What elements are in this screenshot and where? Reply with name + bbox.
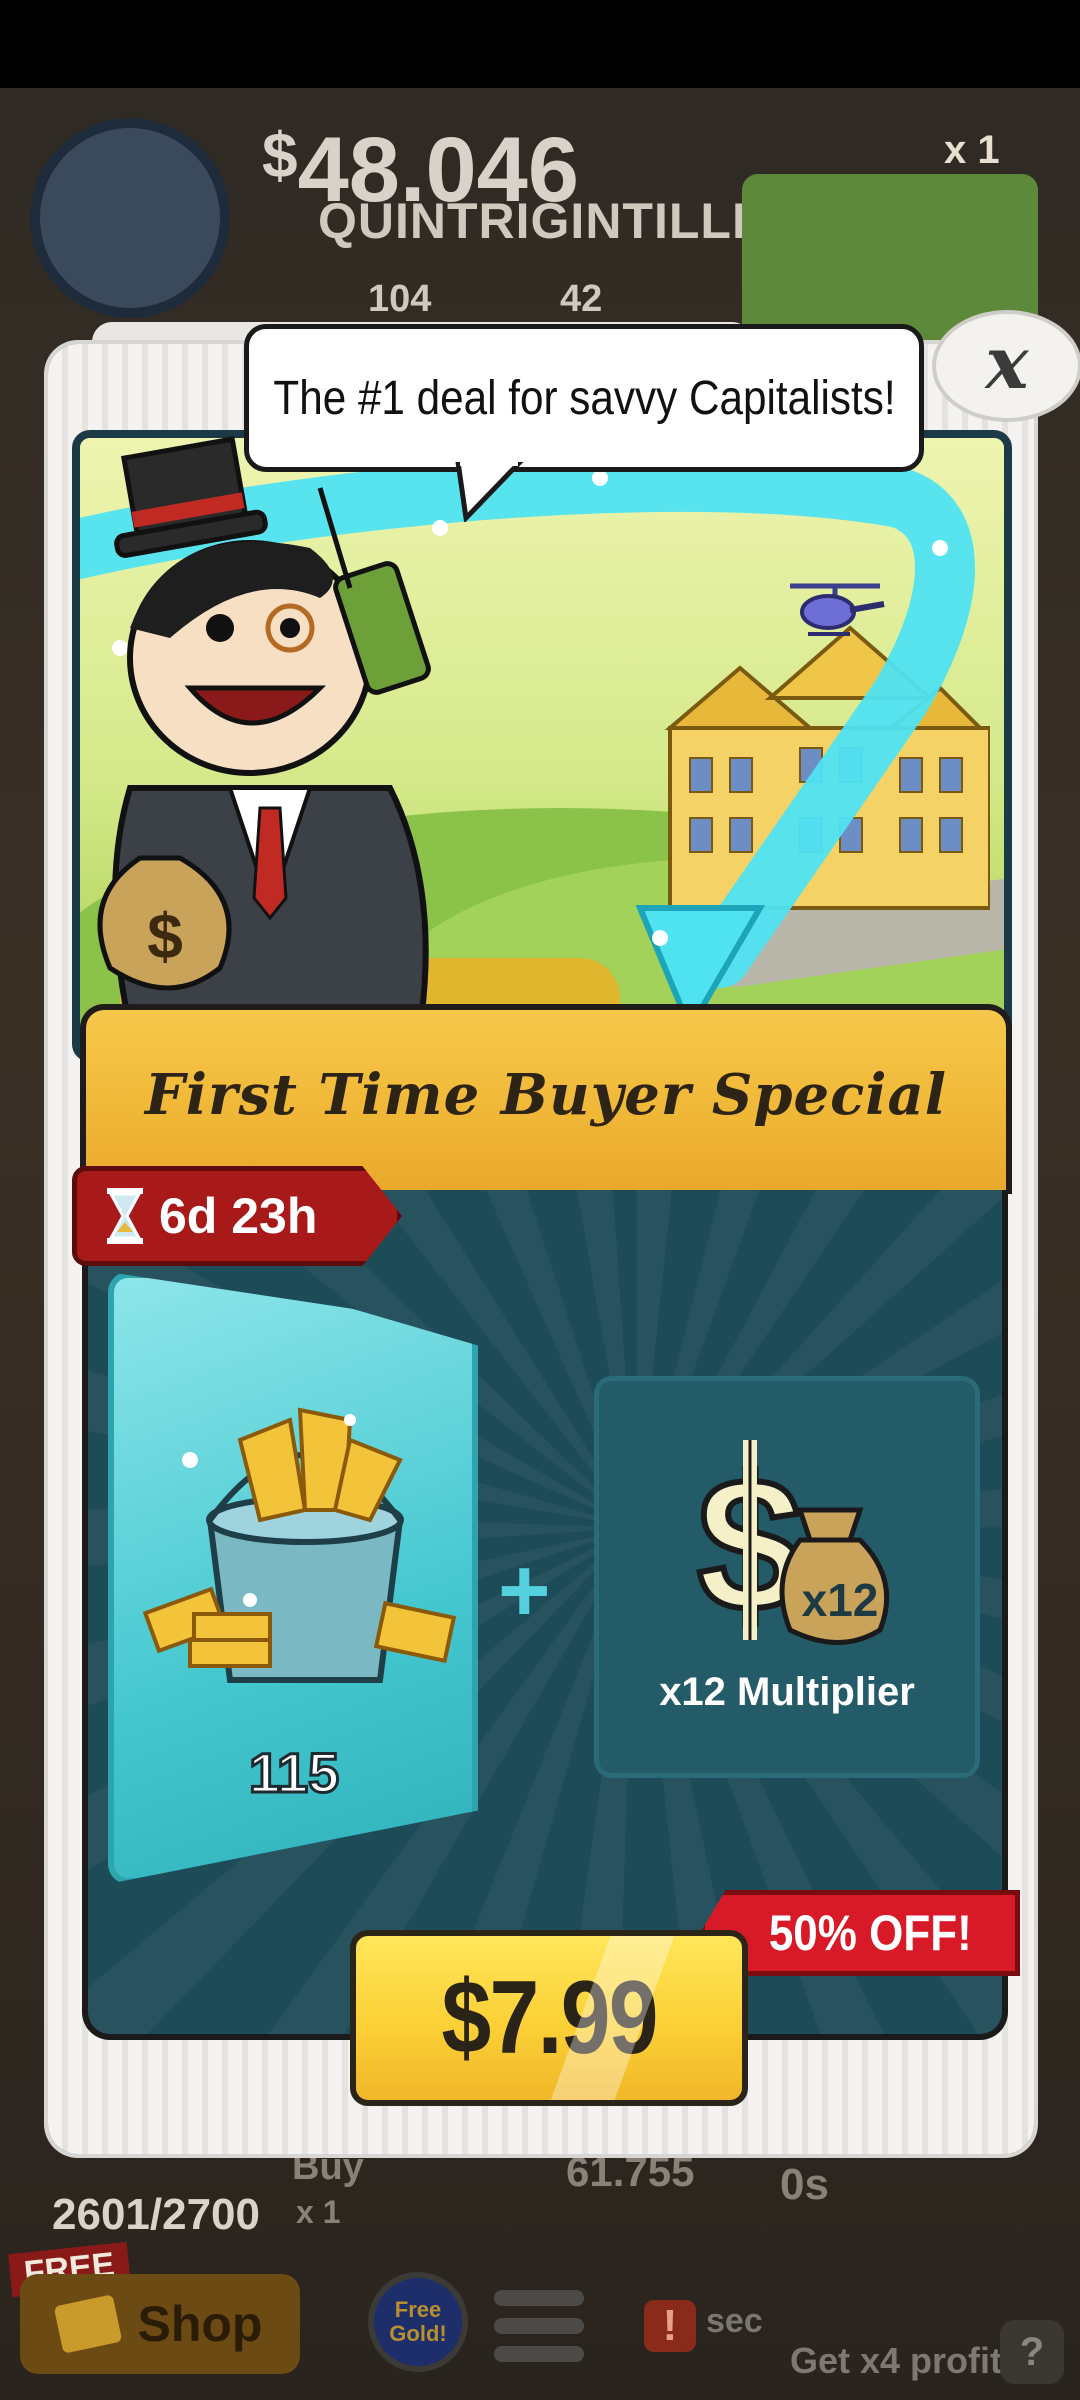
buy-amount: x 1 xyxy=(296,2194,341,2230)
plus-icon: + xyxy=(498,1541,551,1641)
status-bar xyxy=(0,0,1080,88)
free-gold-button[interactable]: Free Gold! xyxy=(368,2272,468,2372)
sec-label: sec xyxy=(706,2302,763,2340)
discount-tag: 50% OFF! xyxy=(700,1890,1020,1976)
alert-icon: ! xyxy=(644,2300,696,2352)
gold-bucket-icon xyxy=(142,1407,457,1683)
speech-bubble-tail xyxy=(455,462,524,522)
close-icon: x xyxy=(985,319,1029,405)
multiplier-label: x12 Multiplier xyxy=(659,1670,915,1714)
business-count: 2601/2700 xyxy=(52,2190,260,2239)
offer-timer-badge: 6d 23h xyxy=(72,1166,402,1266)
business-time: 0s xyxy=(780,2160,829,2209)
stat-two: 42 xyxy=(560,278,603,320)
offer-title: First Time Buyer Special xyxy=(144,1062,948,1128)
capitalist-character: $ xyxy=(97,436,431,1028)
timer-text: 6d 23h xyxy=(159,1188,318,1244)
gold-amount: 115 xyxy=(247,1740,340,1806)
manager-multiplier: x 1 xyxy=(944,128,1000,172)
multiplier-badge: x12 xyxy=(802,1574,879,1626)
x4-profit-label[interactable]: Get x4 profit! xyxy=(790,2340,1014,2382)
menu-icon[interactable] xyxy=(494,2290,584,2374)
player-avatar xyxy=(30,118,230,318)
svg-text:$: $ xyxy=(147,900,183,972)
dollar-moneybag-icon: $ x12 xyxy=(694,1440,890,1654)
stat-one: 104 xyxy=(368,278,432,320)
speech-bubble: The #1 deal for savvy Capitalists! xyxy=(244,324,924,472)
money-symbol: $ xyxy=(262,119,298,191)
close-button[interactable]: x xyxy=(932,310,1080,422)
help-icon[interactable]: ? xyxy=(1000,2320,1064,2384)
shop-button[interactable]: Shop xyxy=(20,2274,300,2374)
gold-bar-icon xyxy=(53,2294,122,2354)
buy-price-button[interactable]: $7.99 xyxy=(350,1930,748,2106)
shop-label: Shop xyxy=(137,2296,263,2352)
business-profit: 61.755 xyxy=(566,2148,695,2195)
discount-text: 50% OFF! xyxy=(768,1905,972,1961)
hourglass-icon xyxy=(107,1188,143,1244)
price-label: $7.99 xyxy=(441,1959,658,2076)
speech-text: The #1 deal for savvy Capitalists! xyxy=(272,371,896,425)
offer-title-banner: First Time Buyer Special xyxy=(80,1004,1012,1194)
